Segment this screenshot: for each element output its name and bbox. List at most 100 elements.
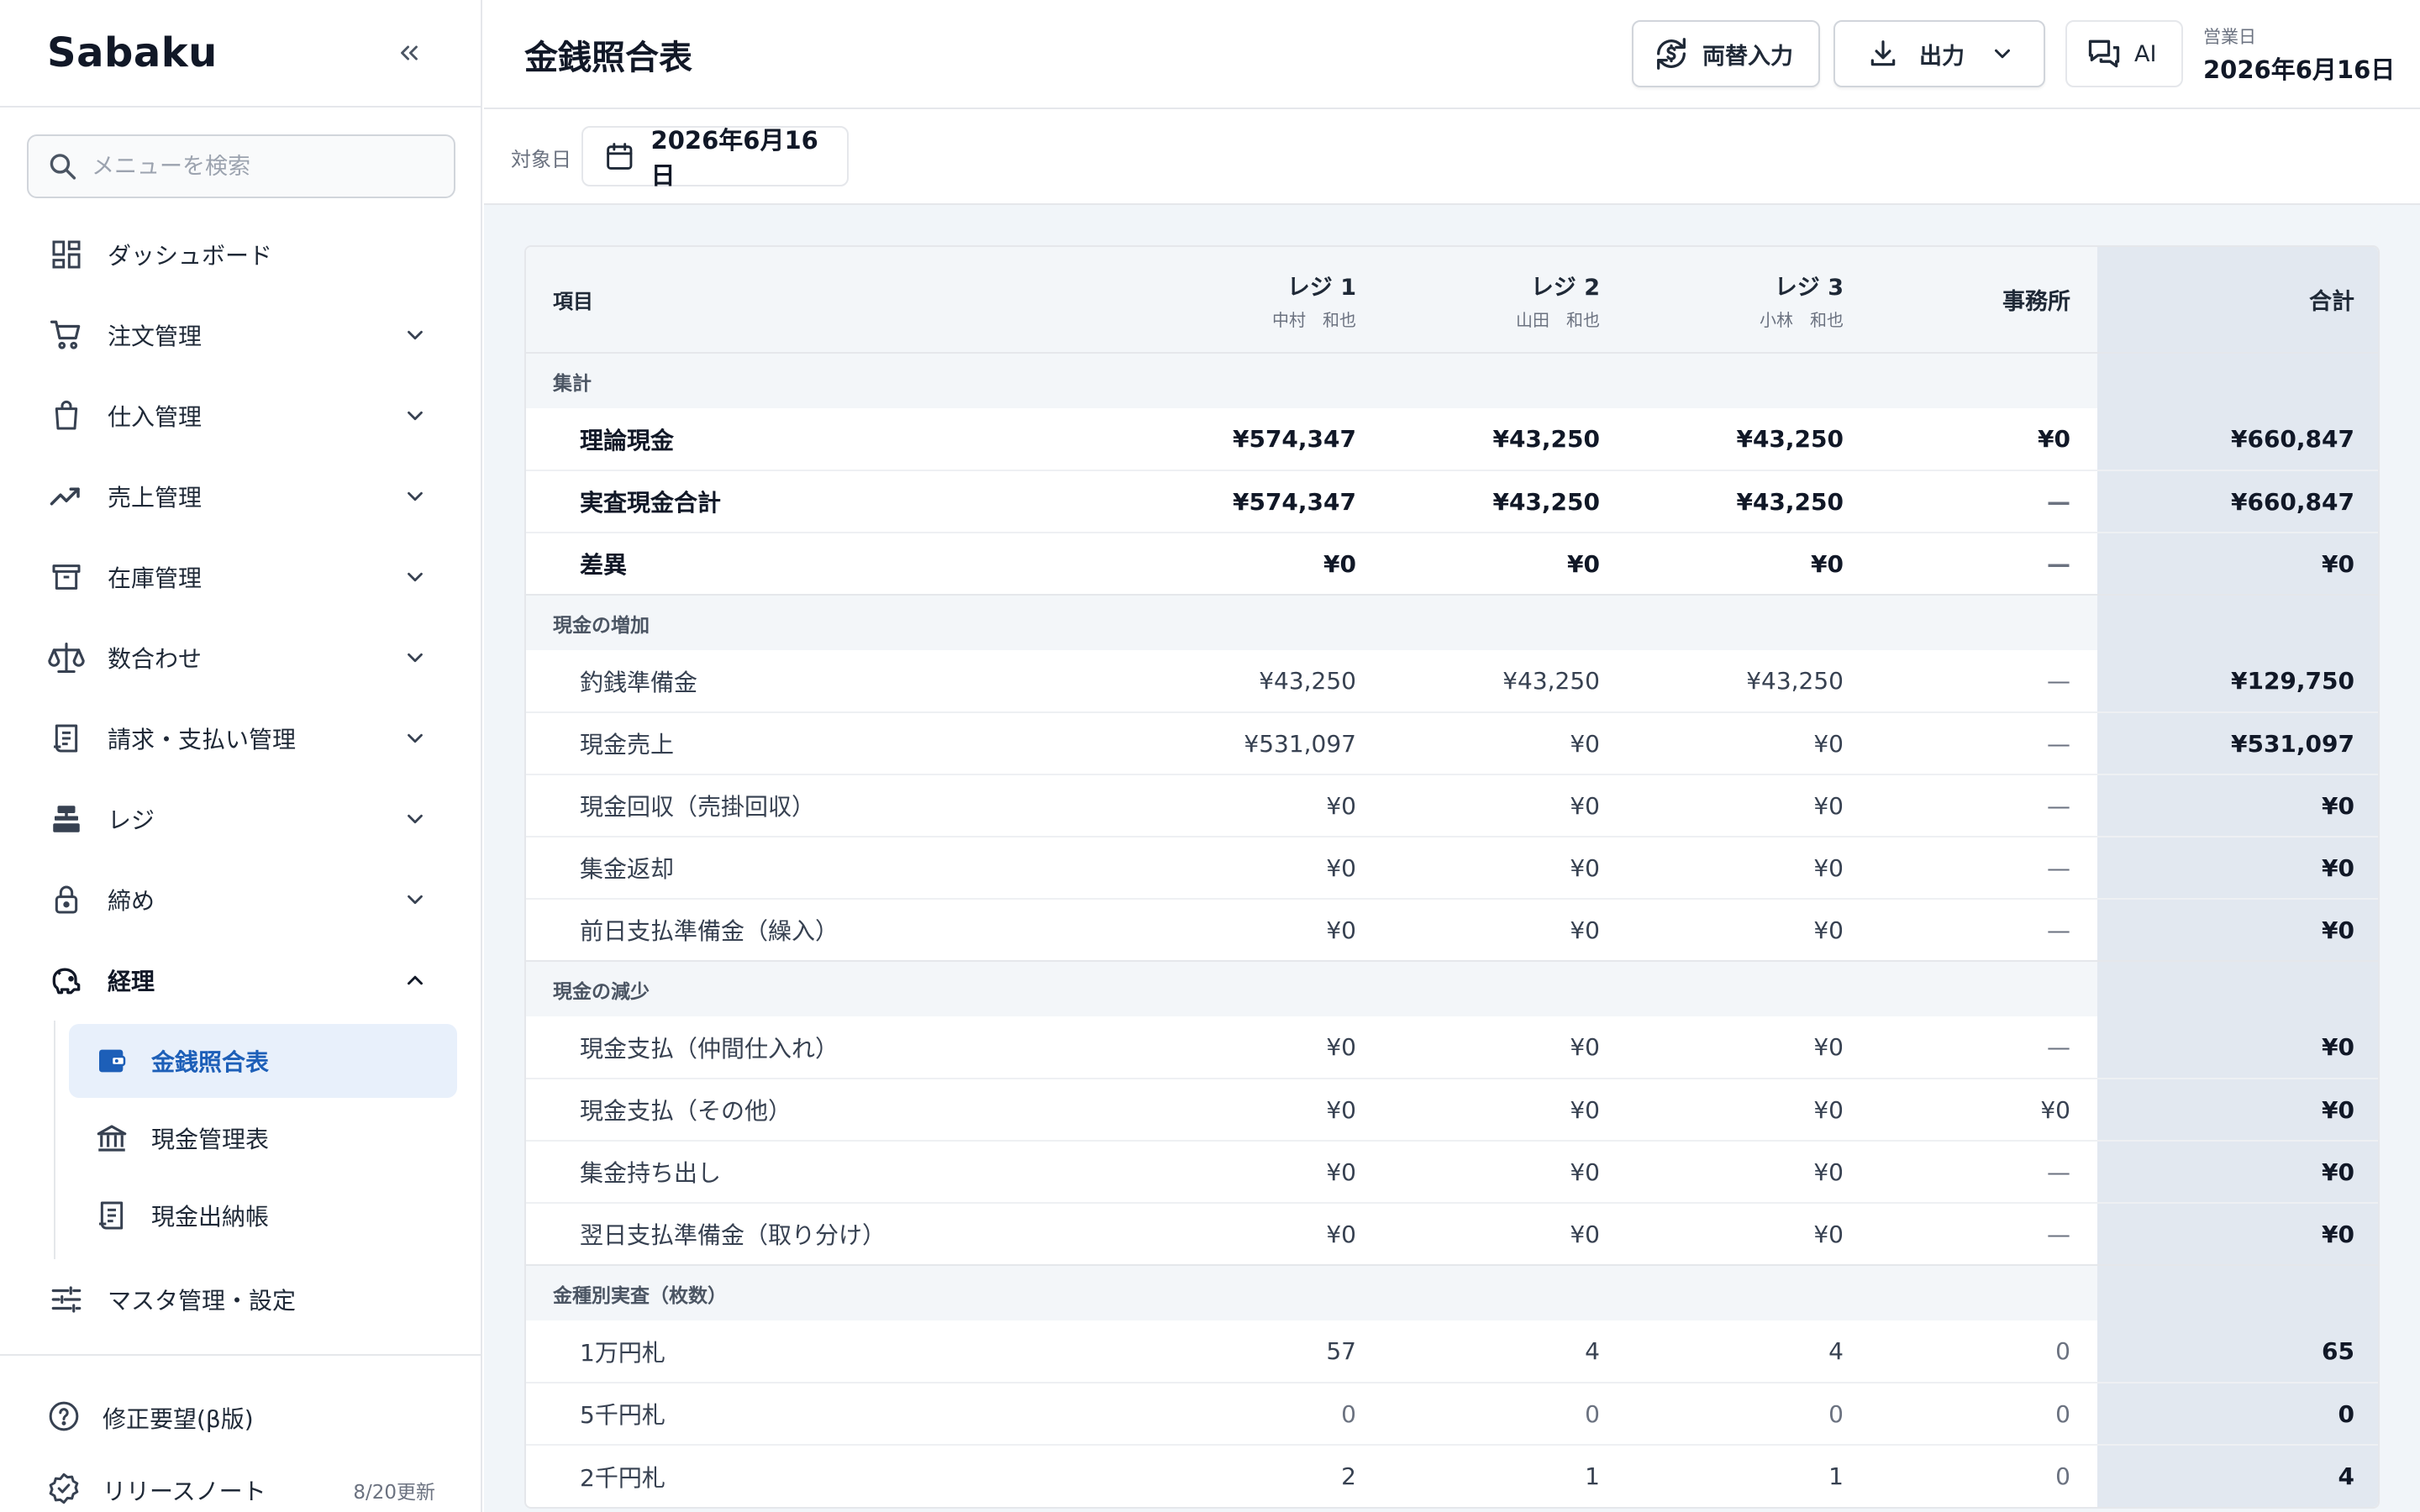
table-row: 現金回収（売掛回収） ¥0 ¥0 ¥0— ¥0 — [526, 774, 2378, 837]
register-staff: 中村 和也 — [1272, 309, 1356, 330]
row-label: 2千円札 — [526, 1444, 1131, 1507]
lock-icon — [47, 880, 86, 919]
sidebar-item-inventory[interactable]: 在庫管理 — [0, 537, 482, 617]
sidebar-subitem-cash-management[interactable]: 現金管理表 — [69, 1101, 457, 1175]
table-row: 集金返却 ¥0 ¥0 ¥0— ¥0 — [526, 836, 2378, 899]
chevron-down-icon — [398, 722, 432, 755]
row-label: 集金返却 — [526, 836, 1131, 899]
sidebar-item-register[interactable]: レジ — [0, 779, 482, 859]
menu-search-input[interactable] — [92, 153, 435, 180]
target-date-value: 2026年6月16日 — [650, 126, 818, 190]
business-date-value: 2026年6月16日 — [2203, 55, 2396, 84]
sidebar-item-label: 請求・支払い管理 — [108, 726, 297, 753]
sliders-icon — [47, 1280, 86, 1319]
register-2-cell: ¥43,250 — [1502, 667, 1600, 695]
sidebar-item-billing[interactable]: 請求・支払い管理 — [0, 698, 482, 779]
row-label: 前日支払準備金（繰入） — [526, 898, 1131, 961]
export-button[interactable]: 出力 — [1833, 20, 2045, 87]
register-3-cell: ¥0 — [1627, 711, 1870, 774]
table-row: 実査現金合計 ¥574,347 ¥43,250 ¥43,250— ¥660,847 — [526, 470, 2378, 533]
total-cell: ¥0 — [2097, 532, 2378, 595]
calendar-icon — [607, 143, 633, 170]
register-2-cell: ¥0 — [1383, 774, 1627, 837]
column-header-register-2: レジ 2 山田 和也 — [1383, 247, 1627, 354]
office-cell: — — [1870, 711, 2097, 774]
reconciliation-table: 項目 レジ 1 中村 和也 レジ 2 山田 和也 レジ 3 小林 和也 事務所 合計 … — [526, 247, 2378, 1507]
office-cell: — — [1870, 774, 2097, 837]
sidebar-item-label: 売上管理 — [108, 484, 203, 512]
sidebar-item-label: 在庫管理 — [108, 564, 203, 592]
sidebar-item-label: 経理 — [108, 968, 155, 995]
table-row: 前日支払準備金（繰入） ¥0 ¥0 ¥0— ¥0 — [526, 898, 2378, 961]
register-3-cell: ¥43,250 — [1627, 470, 1870, 533]
chevron-down-icon — [398, 641, 432, 675]
section-row: 現金の減少 — [526, 960, 2378, 1016]
sidebar-item-matching[interactable]: 数合わせ — [0, 617, 482, 698]
dashboard-icon — [47, 235, 86, 274]
sidebar-item-settings[interactable]: マスタ管理・設定 — [0, 1259, 482, 1340]
sidebar-item-label: 仕入管理 — [108, 403, 203, 431]
menu-search — [27, 134, 455, 198]
target-date-picker[interactable]: 2026年6月16日 — [581, 126, 849, 190]
feedback-link[interactable]: 修正要望(β版) — [0, 1378, 482, 1458]
ai-chat-button[interactable]: AI — [2065, 20, 2183, 87]
total-cell: ¥660,847 — [2097, 470, 2378, 533]
register-2-cell: ¥0 — [1383, 532, 1627, 595]
sidebar-subitem-label: 現金管理表 — [151, 1126, 270, 1153]
collapse-sidebar-button[interactable] — [388, 32, 430, 74]
exchange-input-button[interactable]: 両替入力 — [1632, 20, 1820, 87]
table-header-row: 項目 レジ 1 中村 和也 レジ 2 山田 和也 レジ 3 小林 和也 事務所 合計 — [526, 247, 2378, 354]
register-1-cell: 57 — [1326, 1337, 1356, 1365]
sidebar-subitem-cash-ledger[interactable]: 現金出納帳 — [69, 1179, 457, 1252]
sidebar-item-accounting[interactable]: 経理 — [0, 940, 482, 1021]
release-notes-label: リリースノート — [103, 1478, 266, 1505]
sidebar-footer: 修正要望(β版) リリースノート 8/20更新 — [0, 1354, 482, 1512]
scale-icon — [47, 638, 86, 677]
register-icon — [47, 800, 86, 838]
sidebar-item-purchasing[interactable]: 仕入管理 — [0, 375, 482, 456]
sidebar-subitem-cash-reconciliation[interactable]: 金銭照合表 — [69, 1024, 457, 1098]
office-cell: — — [2047, 667, 2070, 695]
receipt-icon — [47, 719, 86, 758]
register-1-cell: ¥43,250 — [1259, 667, 1356, 695]
register-1-cell: ¥0 — [1131, 898, 1383, 961]
sidebar-item-label: 注文管理 — [108, 323, 203, 350]
total-cell: ¥129,750 — [2097, 650, 2378, 712]
download-icon — [1870, 40, 1896, 66]
ai-label: AI — [2134, 40, 2157, 67]
sidebar-item-orders[interactable]: 注文管理 — [0, 295, 482, 375]
total-cell: 4 — [2097, 1444, 2378, 1507]
sidebar-item-sales[interactable]: 売上管理 — [0, 456, 482, 537]
register-1-cell: ¥0 — [1131, 774, 1383, 837]
release-notes-link[interactable]: リリースノート 8/20更新 — [0, 1458, 482, 1512]
sidebar-item-closing[interactable]: 締め — [0, 859, 482, 940]
wallet-icon — [94, 1043, 129, 1079]
sidebar-subitem-label: 金銭照合表 — [151, 1048, 270, 1076]
office-cell: ¥0 — [1870, 1078, 2097, 1141]
table-row: 現金支払（その他） ¥0 ¥0 ¥0 ¥0 ¥0 — [526, 1078, 2378, 1141]
sidebar-item-label: ダッシュボード — [108, 242, 273, 270]
office-cell: — — [1870, 1202, 2097, 1265]
section-row: 集計 — [526, 352, 2378, 408]
row-label: 現金支払（仲間仕入れ） — [580, 1034, 839, 1063]
register-2-cell: ¥0 — [1570, 1033, 1600, 1061]
row-label: 現金回収（売掛回収） — [526, 774, 1131, 837]
register-3-cell: ¥0 — [1627, 1140, 1870, 1203]
badge-check-icon — [47, 1472, 81, 1509]
register-2-cell: ¥0 — [1383, 1078, 1627, 1141]
register-3-cell: ¥43,250 — [1746, 667, 1844, 695]
double-chevron-left-icon — [401, 45, 418, 60]
register-1-cell: ¥0 — [1131, 532, 1383, 595]
row-label: 5千円札 — [526, 1382, 1131, 1445]
total-cell: ¥0 — [2097, 1078, 2378, 1141]
shopping-bag-icon — [47, 396, 86, 435]
export-label: 出力 — [1919, 43, 1965, 70]
office-cell: — — [2047, 1033, 2070, 1061]
total-cell: ¥0 — [2097, 774, 2378, 837]
office-cell: — — [1870, 898, 2097, 961]
sidebar-item-label: マスタ管理・設定 — [108, 1287, 297, 1315]
table-row: 釣銭準備金 ¥43,250 ¥43,250 ¥43,250 — ¥129,750 — [526, 650, 2378, 712]
table-row: 理論現金 ¥574,347 ¥43,250 ¥43,250 ¥0 ¥660,847 — [526, 408, 2378, 470]
register-2-cell: ¥0 — [1383, 1202, 1627, 1265]
sidebar-item-dashboard[interactable]: ダッシュボード — [0, 214, 482, 295]
